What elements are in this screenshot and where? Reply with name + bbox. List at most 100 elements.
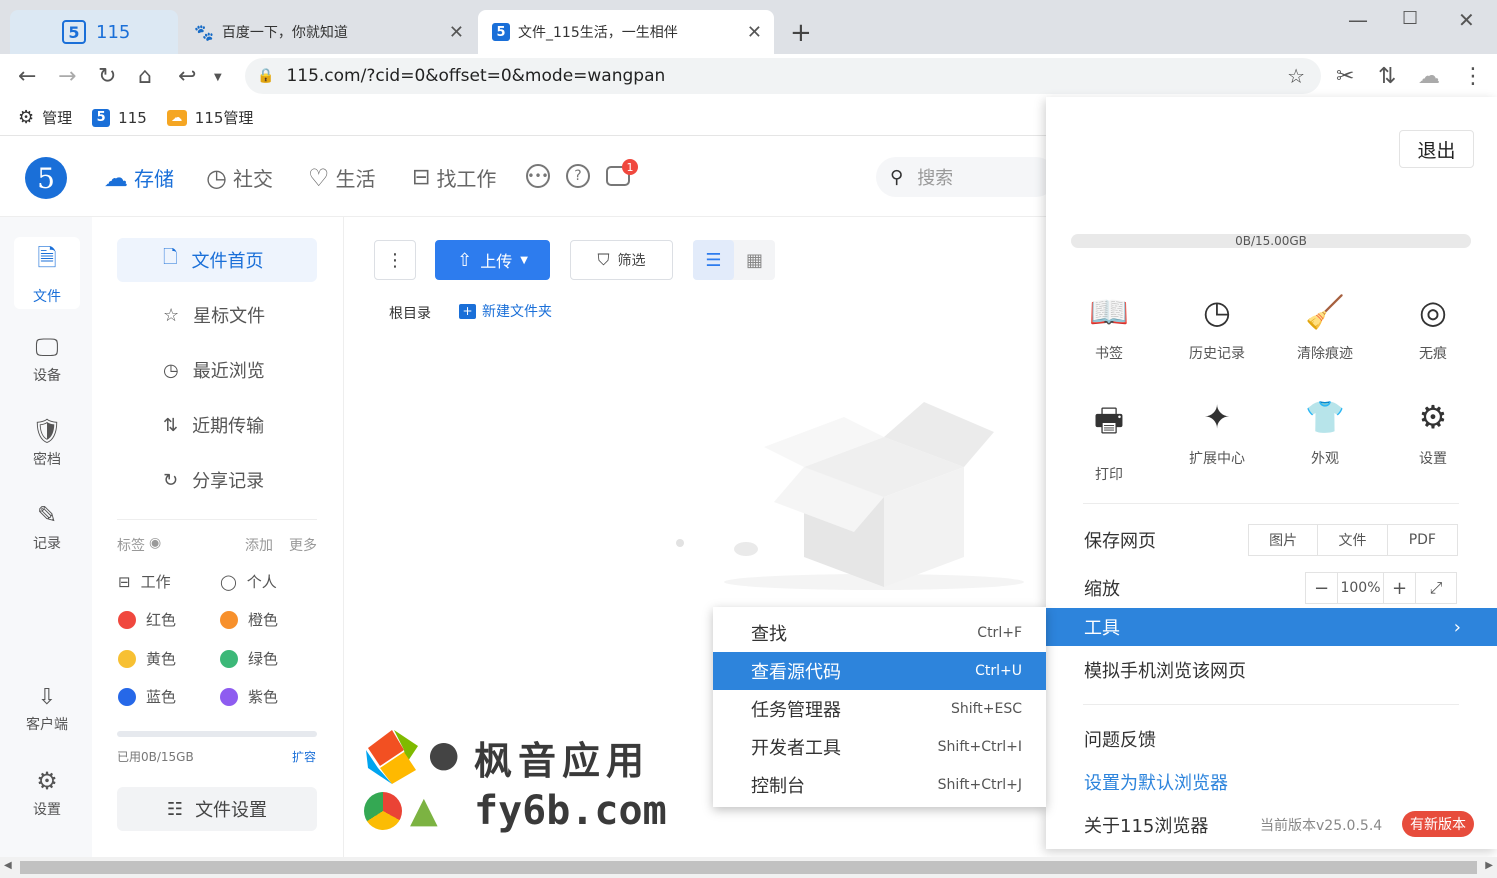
- breadcrumb-root[interactable]: 根目录: [389, 303, 431, 323]
- book-icon: 📖: [1089, 293, 1129, 331]
- undo-close-icon[interactable]: ↩: [178, 64, 196, 89]
- nav-social[interactable]: ◷ 社交: [206, 163, 273, 192]
- menu-incognito[interactable]: ◎ 无痕: [1387, 293, 1479, 363]
- filter-label: 筛选: [617, 253, 646, 269]
- transfer-icon[interactable]: ⇅: [1378, 64, 1396, 89]
- nav-item-starred[interactable]: ☆ 星标文件: [117, 293, 317, 337]
- sidebar-item-files[interactable]: 🗎 文件: [14, 237, 80, 309]
- help-icon[interactable]: ?: [566, 164, 590, 188]
- zoom-out-button[interactable]: −: [1306, 573, 1338, 603]
- new-folder-button[interactable]: + 新建文件夹: [459, 301, 552, 321]
- list-view-icon[interactable]: ☰: [693, 240, 734, 280]
- file-settings-button[interactable]: ☷ 文件设置: [117, 787, 317, 831]
- close-icon[interactable]: ✕: [747, 22, 762, 43]
- upload-button[interactable]: ⇧ 上传 ▼: [435, 240, 550, 280]
- maximize-icon[interactable]: ☐: [1402, 8, 1418, 29]
- menu-tools[interactable]: 工具 ›: [1046, 608, 1497, 646]
- more-actions-button[interactable]: ⋮: [374, 240, 416, 280]
- menu-bookmarks[interactable]: 📖 书签: [1063, 293, 1155, 363]
- tag-blue[interactable]: 蓝色: [118, 686, 176, 707]
- nav-item-share[interactable]: ↻ 分享记录: [117, 458, 317, 502]
- back-icon[interactable]: ←: [18, 64, 36, 89]
- tag-yellow[interactable]: 黄色: [118, 648, 176, 669]
- menu-clear-traces[interactable]: 🧹 清除痕迹: [1279, 293, 1371, 363]
- cloud-icon[interactable]: ☁: [1418, 64, 1440, 89]
- menu-set-default[interactable]: 设置为默认浏览器: [1046, 763, 1497, 801]
- logout-button[interactable]: 退出: [1399, 130, 1474, 168]
- tag-red[interactable]: 红色: [118, 609, 176, 630]
- menu-appearance[interactable]: 👕 外观: [1279, 398, 1371, 468]
- submenu-find[interactable]: 查找 Ctrl+F: [713, 614, 1046, 652]
- new-tab-button[interactable]: +: [790, 18, 812, 48]
- submenu-devtools[interactable]: 开发者工具 Shift+Ctrl+I: [713, 728, 1046, 766]
- menu-settings[interactable]: ⚙ 设置: [1387, 398, 1479, 468]
- sidebar-item-client[interactable]: ⇩ 客户端: [14, 673, 80, 745]
- menu-mobile-view[interactable]: 模拟手机浏览该网页: [1046, 651, 1497, 689]
- menu-feedback[interactable]: 问题反馈: [1046, 720, 1497, 758]
- address-bar[interactable]: 🔒 115.com/?cid=0&offset=0&mode=wangpan ☆: [245, 58, 1321, 94]
- 115-logo[interactable]: 5: [25, 157, 67, 199]
- nav-item-recent[interactable]: ◷ 最近浏览: [117, 348, 317, 392]
- bookmark-manage[interactable]: ⚙ 管理: [18, 107, 72, 128]
- save-as-image-button[interactable]: 图片: [1249, 525, 1319, 555]
- eye-icon[interactable]: ◉: [149, 535, 161, 555]
- sidebar-item-vault[interactable]: 🛡 密档: [14, 407, 80, 479]
- forward-icon[interactable]: →: [58, 64, 76, 89]
- dropdown-icon[interactable]: ▼: [214, 72, 222, 83]
- scissors-icon[interactable]: ✂: [1336, 64, 1354, 89]
- nav-item-transfer[interactable]: ⇅ 近期传输: [117, 403, 317, 447]
- menu-history[interactable]: ◷ 历史记录: [1171, 293, 1263, 363]
- new-version-badge[interactable]: 有新版本: [1402, 811, 1474, 837]
- grid-view-icon[interactable]: ▦: [734, 240, 775, 280]
- expand-storage-link[interactable]: 扩容: [292, 748, 316, 765]
- tag-orange[interactable]: 橙色: [220, 609, 278, 630]
- sidebar-item-settings[interactable]: ⚙ 设置: [14, 757, 80, 829]
- tag-personal[interactable]: ◯ 个人: [220, 571, 277, 592]
- tag-work[interactable]: ⊟ 工作: [118, 571, 171, 592]
- submenu-view-source[interactable]: 查看源代码 Ctrl+U: [713, 652, 1046, 690]
- save-as-pdf-button[interactable]: PDF: [1388, 525, 1457, 555]
- brush-icon: 🧹: [1305, 293, 1345, 331]
- home-icon[interactable]: ⌂: [138, 64, 152, 89]
- bookmark-115-manage[interactable]: ☁ 115管理: [166, 107, 253, 128]
- save-as-file-button[interactable]: 文件: [1318, 525, 1388, 555]
- filter-button[interactable]: ⛉ 筛选: [570, 240, 673, 280]
- tags-add-link[interactable]: 添加: [245, 535, 273, 555]
- star-icon[interactable]: ☆: [1287, 64, 1305, 88]
- tab-baidu[interactable]: 🐾 百度一下，你就知道 ✕: [180, 10, 476, 54]
- tag-purple[interactable]: 紫色: [220, 686, 278, 707]
- sidebar-item-records[interactable]: ✎ 记录: [14, 491, 80, 563]
- reload-icon[interactable]: ↻: [98, 64, 116, 89]
- zoom-in-button[interactable]: +: [1384, 573, 1416, 603]
- fullscreen-icon[interactable]: ⤢: [1416, 573, 1456, 603]
- bookmark-115[interactable]: 5 115: [92, 108, 147, 127]
- user-icon: ◯: [220, 572, 237, 591]
- color-dot: [220, 610, 238, 629]
- sidebar-item-devices[interactable]: 🖵 设备: [14, 323, 80, 395]
- scroll-left-icon[interactable]: ◀: [4, 860, 12, 871]
- scroll-right-icon[interactable]: ▶: [1485, 860, 1493, 871]
- nav-storage[interactable]: ☁ 存储: [104, 163, 174, 192]
- version-text: 当前版本v25.0.5.4: [1260, 818, 1383, 834]
- scrollbar-thumb[interactable]: [20, 861, 1477, 874]
- tab-115[interactable]: 5 115: [10, 10, 178, 54]
- nav-life[interactable]: ♡ 生活: [308, 163, 376, 192]
- search-input[interactable]: ⚲ 搜索: [876, 157, 1056, 197]
- horizontal-scrollbar[interactable]: ◀ ▶: [0, 857, 1497, 878]
- more-menu-icon[interactable]: ⋮: [1462, 64, 1484, 89]
- tags-more-link[interactable]: 更多: [289, 535, 317, 555]
- menu-extensions[interactable]: ✦ 扩展中心: [1171, 398, 1263, 468]
- tab-115-files[interactable]: 5 文件_115生活，一生相伴 ✕: [478, 10, 774, 54]
- empty-box-illustration: [676, 402, 1024, 590]
- nav-item-home[interactable]: 🗋 文件首页: [117, 238, 317, 282]
- minimize-icon[interactable]: —: [1348, 8, 1368, 32]
- close-icon[interactable]: ✕: [449, 22, 464, 43]
- more-icon[interactable]: •••: [526, 164, 550, 188]
- submenu-console[interactable]: 控制台 Shift+Ctrl+J: [713, 766, 1046, 804]
- nav-jobs[interactable]: ⊟ 找工作: [412, 163, 496, 192]
- submenu-task-manager[interactable]: 任务管理器 Shift+ESC: [713, 690, 1046, 728]
- close-window-icon[interactable]: ✕: [1458, 8, 1475, 32]
- tag-green[interactable]: 绿色: [220, 648, 278, 669]
- menu-print[interactable]: 🖶 打印: [1063, 398, 1155, 484]
- nav-label: 生活: [335, 167, 376, 191]
